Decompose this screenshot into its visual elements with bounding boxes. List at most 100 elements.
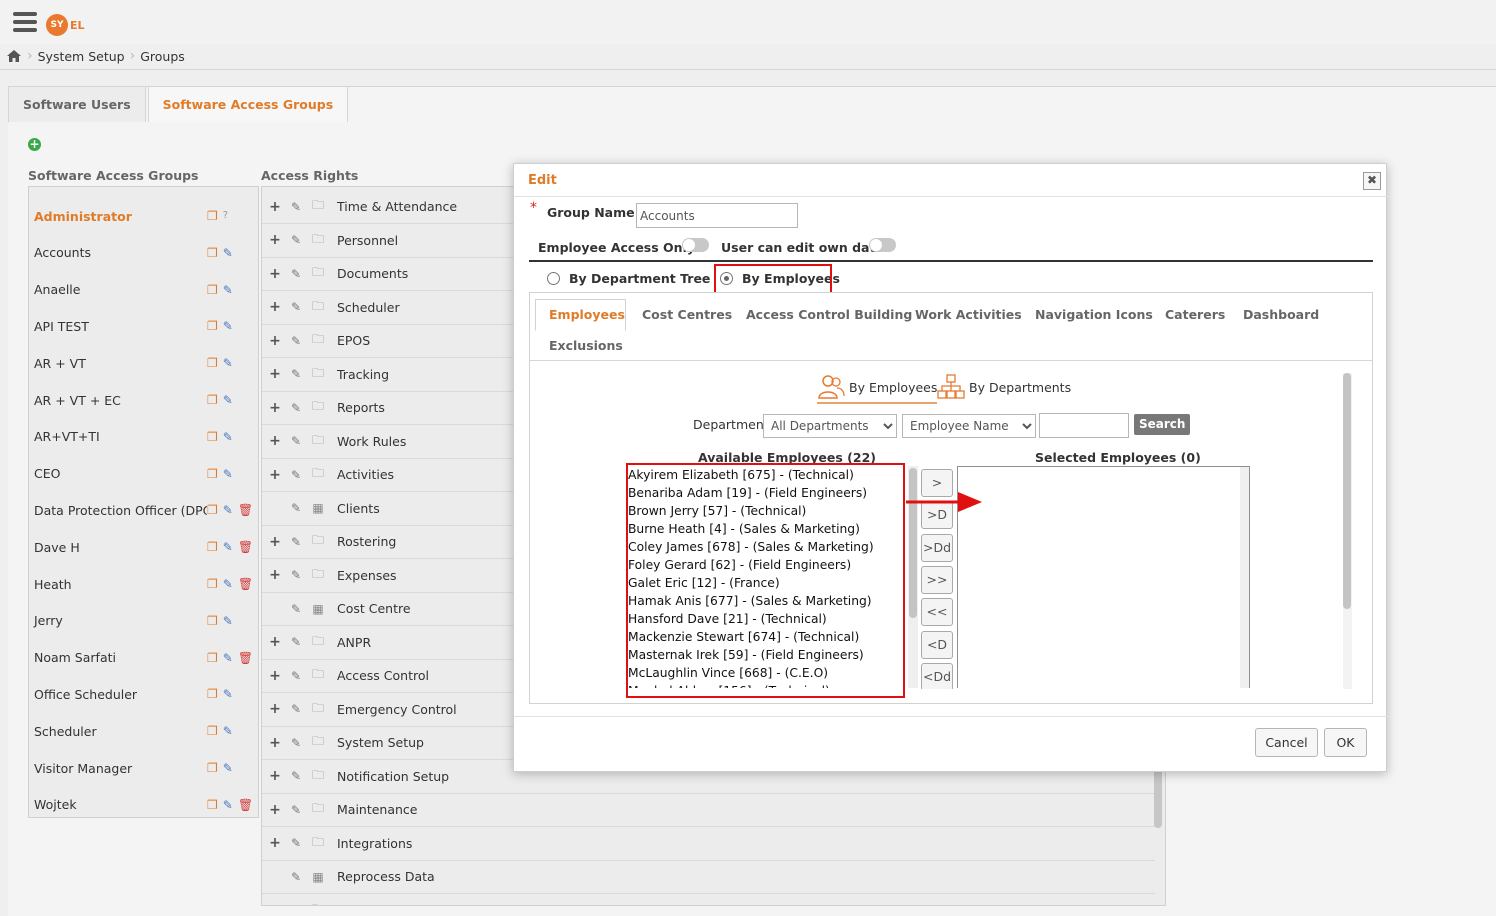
group-row[interactable]: Data Protection Officer (DPO) ❐ ✎ 🗑 [33,495,255,525]
permission-edit-icon[interactable]: ✎ [285,635,307,649]
department-select[interactable]: All Departments [763,414,897,438]
access-right-row[interactable]: ✎ ▦ Reprocess Data [262,860,1155,894]
group-row[interactable]: Heath ❐ ✎ 🗑 [33,569,255,599]
group-row[interactable]: Visitor Manager ❐ ✎ [33,753,255,783]
permission-edit-icon[interactable]: ✎ [285,200,307,214]
expand-icon[interactable]: + [265,333,285,349]
copy-icon[interactable]: ❐ [207,799,218,811]
copy-icon[interactable]: ❐ [207,615,218,627]
permission-edit-icon[interactable]: ✎ [285,401,307,415]
copy-icon[interactable]: ❐ [207,320,218,332]
copy-icon[interactable]: ❐ [207,578,218,590]
edit-icon[interactable]: ✎ [223,652,233,664]
copy-icon[interactable]: ❐ [207,541,218,553]
group-row[interactable]: Anaelle ❐ ✎ [33,275,255,305]
edit-icon[interactable]: ✎ [223,468,233,480]
expand-icon[interactable]: + [265,467,285,483]
expand-icon[interactable]: + [265,835,285,851]
radio-by-department-tree[interactable]: By Department Tree [547,271,710,286]
copy-icon[interactable]: ❐ [207,357,218,369]
copy-icon[interactable]: ❐ [207,247,218,259]
hamburger-menu-icon[interactable] [13,12,37,34]
add-group-icon[interactable]: + [28,138,41,151]
tab-software-access-groups[interactable]: Software Access Groups [147,86,349,122]
tab-dashboard[interactable]: Dashboard [1243,307,1319,322]
permission-edit-icon[interactable]: ✎ [285,903,307,905]
permission-edit-icon[interactable]: ✎ [285,602,307,616]
selected-employees-list[interactable] [957,466,1250,688]
search-button[interactable]: Search [1134,414,1191,435]
trash-icon[interactable]: 🗑 [238,504,253,516]
expand-icon[interactable]: + [265,735,285,751]
permission-edit-icon[interactable]: ✎ [285,334,307,348]
group-row[interactable]: Scheduler ❐ ✎ [33,716,255,746]
panel-scroll-thumb[interactable] [1343,373,1351,609]
expand-icon[interactable]: + [265,266,285,282]
group-name-input[interactable] [636,203,798,228]
access-right-row[interactable]: +✎🗀 Payroll Export [262,894,1155,906]
edit-icon[interactable]: ✎ [223,541,233,553]
edit-icon[interactable]: ✎ [223,357,233,369]
remove-department-tree-button[interactable]: <Dd [921,662,953,689]
permission-edit-icon[interactable]: ✎ [285,870,307,884]
edit-icon[interactable]: ✎ [223,247,233,259]
permission-edit-icon[interactable]: ✎ [285,535,307,549]
expand-icon[interactable]: + [265,902,285,905]
copy-icon[interactable]: ❐ [207,652,218,664]
edit-icon[interactable]: ✎ [223,504,233,516]
permission-edit-icon[interactable]: ✎ [285,702,307,716]
permission-edit-icon[interactable]: ✎ [285,300,307,314]
expand-icon[interactable]: + [265,701,285,717]
trash-icon[interactable]: 🗑 [238,652,253,664]
group-row[interactable]: Office Scheduler ❐ ✎ [33,679,255,709]
expand-icon[interactable]: + [265,634,285,650]
permission-edit-icon[interactable]: ✎ [285,769,307,783]
permission-edit-icon[interactable]: ✎ [285,367,307,381]
permission-edit-icon[interactable]: ✎ [285,233,307,247]
expand-icon[interactable]: + [265,668,285,684]
expand-icon[interactable]: + [265,567,285,583]
edit-icon[interactable]: ✎ [223,578,233,590]
breadcrumb-system-setup[interactable]: System Setup [38,49,125,64]
tab-employees[interactable]: Employees [549,307,625,322]
cancel-button[interactable]: Cancel [1255,728,1318,757]
access-rights-scrollbar[interactable] [1154,768,1162,828]
permission-edit-icon[interactable]: ✎ [285,836,307,850]
expand-icon[interactable]: + [265,534,285,550]
help-icon[interactable]: ? [223,210,228,222]
tab-caterers[interactable]: Caterers [1165,307,1225,322]
access-right-row[interactable]: + ✎ 🗀 Integrations [262,827,1155,861]
remove-department-button[interactable]: <D [921,630,953,659]
mode-by-employees[interactable]: By Employees [817,374,938,404]
employee-access-only-toggle[interactable] [682,238,709,252]
trash-icon[interactable]: 🗑 [238,799,253,811]
copy-icon[interactable]: ❐ [207,468,218,480]
group-row[interactable]: AR + VT + EC ❐ ✎ [33,385,255,415]
trash-icon[interactable]: 🗑 [238,578,253,590]
group-row[interactable]: Dave H ❐ ✎ 🗑 [33,532,255,562]
copy-icon[interactable]: ❐ [207,284,218,296]
group-row[interactable]: AR + VT ❐ ✎ [33,348,255,378]
panel-scrollbar[interactable] [1343,373,1352,689]
tab-work-activities[interactable]: Work Activities [915,307,1022,322]
permission-edit-icon[interactable]: ✎ [285,501,307,515]
move-department-tree-button[interactable]: >Dd [921,533,953,562]
tab-navigation-icons[interactable]: Navigation Icons [1035,307,1153,322]
permission-edit-icon[interactable]: ✎ [285,267,307,281]
expand-icon[interactable]: + [265,299,285,315]
expand-icon[interactable]: + [265,768,285,784]
trash-icon[interactable]: 🗑 [238,541,253,553]
close-icon[interactable]: ✖ [1363,172,1381,190]
expand-icon[interactable]: + [265,232,285,248]
copy-icon[interactable]: ❐ [207,688,218,700]
group-row[interactable]: Accounts ❐ ✎ [33,238,255,268]
copy-icon[interactable]: ❐ [207,394,218,406]
edit-icon[interactable]: ✎ [223,284,233,296]
edit-icon[interactable]: ✎ [223,688,233,700]
permission-edit-icon[interactable]: ✎ [285,568,307,582]
expand-icon[interactable]: + [265,366,285,382]
copy-icon[interactable]: ❐ [207,725,218,737]
permission-edit-icon[interactable]: ✎ [285,468,307,482]
group-row[interactable]: API TEST ❐ ✎ [33,311,255,341]
expand-icon[interactable]: + [265,433,285,449]
